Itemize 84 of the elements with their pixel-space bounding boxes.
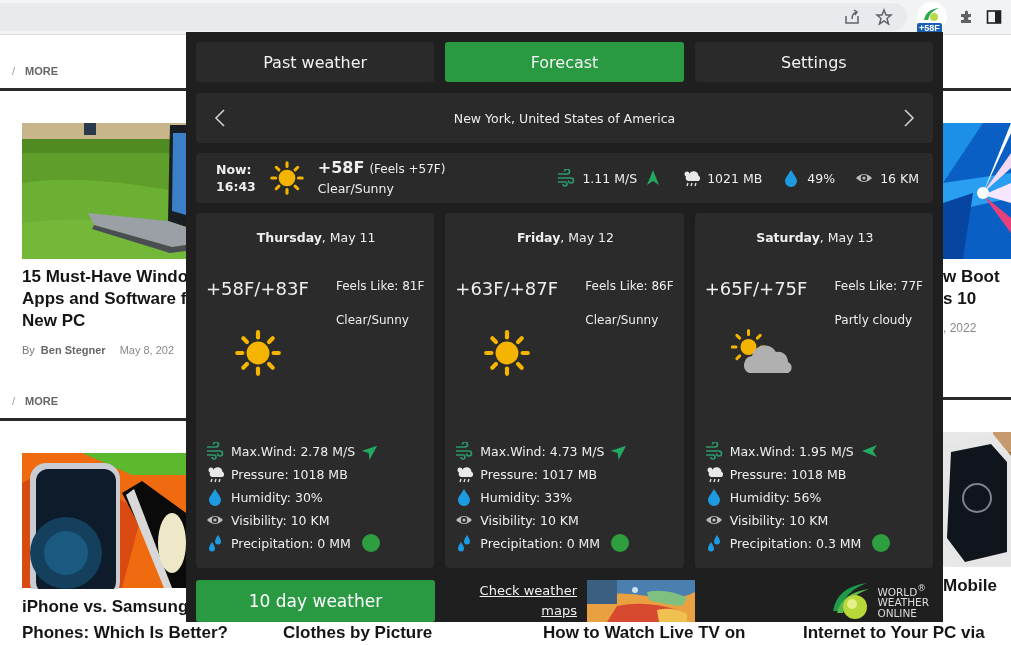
logo-text: ONLINE xyxy=(877,608,917,620)
separator: / xyxy=(12,65,16,77)
article-title[interactable]: 15 Must-Have Windo xyxy=(22,266,189,288)
chevron-left-icon xyxy=(214,108,226,128)
day-title: Friday, May 12 xyxy=(517,229,614,247)
condition: Clear/Sunny xyxy=(585,313,659,327)
visibility-value: Visibility: 10 KM xyxy=(480,512,579,528)
logo-text: WEATHER xyxy=(877,597,929,609)
wind-icon xyxy=(557,169,576,187)
pressure-value: Pressure: 1017 MB xyxy=(480,466,598,482)
precipitation-value: Precipitation: 0 MM xyxy=(231,535,351,551)
precipitation-value: Precipitation: 0.3 MM xyxy=(729,535,862,551)
humidity-value: 49% xyxy=(807,170,836,186)
precipitation-value: Precipitation: 0 MM xyxy=(480,535,601,551)
article-title[interactable]: Phones: Which Is Better? xyxy=(22,622,228,645)
feels-like: (Feels +57F) xyxy=(369,160,446,178)
star-icon[interactable] xyxy=(875,8,893,26)
wind-icon xyxy=(206,442,224,460)
article-title[interactable]: w Boot xyxy=(943,266,1000,288)
cloud-rain-icon xyxy=(206,465,224,483)
article-date: , 2022 xyxy=(943,321,977,335)
cloud-rain-icon xyxy=(682,169,701,187)
wind-value: Max.Wind: 4.73 M/S xyxy=(480,443,605,459)
author-link[interactable]: Ben Stegner xyxy=(40,344,106,356)
sun-icon xyxy=(267,159,306,197)
ten-day-button[interactable]: 10 day weather xyxy=(196,580,435,622)
humidity-value: Humidity: 30% xyxy=(231,489,323,505)
wind-arrow-icon xyxy=(860,442,879,460)
now-label: Now: xyxy=(216,161,253,178)
status-dot xyxy=(872,534,891,552)
day-title: Thursday, May 11 xyxy=(256,229,376,247)
article-title[interactable]: Clothes by Picture xyxy=(283,622,433,645)
article-title[interactable]: s 10 xyxy=(943,288,977,310)
sun-icon xyxy=(232,327,284,379)
article-title[interactable]: Internet to Your PC via xyxy=(803,622,985,645)
wind-value: 1.11 M/S xyxy=(582,170,638,186)
status-dot xyxy=(361,534,380,552)
share-icon[interactable] xyxy=(843,8,861,26)
article-title[interactable]: iPhone vs. Samsung xyxy=(22,596,189,618)
logo-text: WORLD$^{®}$ xyxy=(877,582,926,598)
wind-icon xyxy=(704,442,723,460)
day-title: Saturday, May 13 xyxy=(756,229,874,247)
side-panel-icon[interactable] xyxy=(985,8,1003,26)
wind-value: Max.Wind: 1.95 M/S xyxy=(729,443,854,459)
temperature-range: +65F/+75F xyxy=(704,277,808,301)
temperature: +58F xyxy=(317,157,365,178)
feels-like: Feels Like: 86F xyxy=(585,279,674,293)
feels-like: Feels Like: 77F xyxy=(834,279,923,293)
chevron-right-icon xyxy=(903,108,915,128)
more-link[interactable]: MORE xyxy=(25,395,59,407)
extension-button[interactable]: +58F xyxy=(917,2,947,32)
temperature-range: +63F/+87F xyxy=(455,277,559,301)
pressure-value: 1021 MB xyxy=(707,170,763,186)
current-time: 16:43 xyxy=(216,178,256,195)
by-label: By xyxy=(22,344,35,356)
condition: Clear/Sunny xyxy=(317,179,395,198)
visibility-value: 16 KM xyxy=(880,170,919,186)
more-link[interactable]: MORE xyxy=(25,65,59,77)
feels-like: Feels Like: 81F xyxy=(335,279,425,293)
article-title[interactable]: How to Watch Live TV on xyxy=(543,622,746,645)
article-title[interactable]: New PC xyxy=(22,310,86,332)
maps-link[interactable]: Check weather maps xyxy=(479,581,577,621)
visibility-value: Visibility: 10 KM xyxy=(729,512,829,528)
article-title[interactable]: Apps and Software f xyxy=(22,288,187,310)
location-name: New York, United States of America xyxy=(453,110,676,126)
condition: Clear/Sunny xyxy=(335,313,409,327)
cloud-rain-icon xyxy=(455,465,474,483)
temperature-range: +58F/+83F xyxy=(206,277,309,301)
visibility-value: Visibility: 10 KM xyxy=(231,512,330,528)
article-title[interactable]: Mobile xyxy=(943,575,997,597)
condition: Partly cloudy xyxy=(834,313,913,327)
tab[interactable]: Settings xyxy=(694,42,933,82)
humidity-value: Humidity: 33% xyxy=(480,489,573,505)
drops-icon xyxy=(206,534,224,552)
pressure-value: Pressure: 1018 MB xyxy=(729,466,847,482)
pressure-value: Pressure: 1018 MB xyxy=(231,466,348,482)
humidity-value: Humidity: 56% xyxy=(729,489,822,505)
article-date: May 8, 202 xyxy=(119,344,175,356)
wind-icon xyxy=(455,442,474,460)
status-dot xyxy=(611,534,630,552)
tab[interactable]: Past weather xyxy=(196,42,435,82)
separator: / xyxy=(12,395,16,407)
drop-icon xyxy=(206,488,224,506)
wind-value: Max.Wind: 2.78 M/S xyxy=(231,443,356,459)
